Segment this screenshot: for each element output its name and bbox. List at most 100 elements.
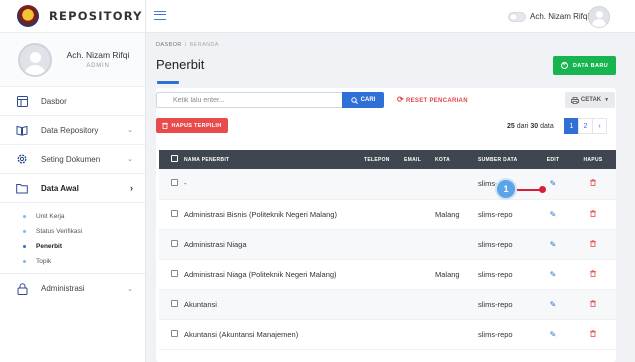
new-data-label: DATA BARU <box>572 62 609 69</box>
sidebar-item-seting-dokumen[interactable]: Seting Dokumen ⌄ <box>0 145 145 174</box>
edit-icon[interactable]: ✎ <box>550 210 557 219</box>
select-all-header <box>159 150 184 169</box>
print-button[interactable]: CETAK ▼ <box>565 92 615 108</box>
profile-name: Ach. Nizam Rifqi <box>66 50 130 60</box>
row-checkbox[interactable] <box>171 299 178 307</box>
sidebar-subitem-topik[interactable]: Topik <box>0 254 145 269</box>
publisher-name: Administrasi Niaga (Politeknik Negeri Ma… <box>184 269 337 279</box>
edit-icon[interactable]: ✎ <box>550 240 557 249</box>
header-city[interactable]: KOTA <box>435 150 478 169</box>
delete-selected-button[interactable]: HAPUS TERPILIH <box>156 118 228 133</box>
sidebar-item-data-awal[interactable]: Data Awal › <box>0 174 145 203</box>
submenu-data-awal: Unit Kerja Status Verifikasi Penerbit To… <box>0 203 145 274</box>
brand-name: REPOSITORY <box>49 9 143 23</box>
edit-icon[interactable]: ✎ <box>550 330 557 339</box>
row-checkbox[interactable] <box>171 329 178 337</box>
refresh-icon: ⟳ <box>397 95 405 104</box>
menu-icon[interactable] <box>154 11 166 20</box>
sidebar-item-data-repository[interactable]: Data Repository ⌄ <box>0 116 145 145</box>
main-card: CARI ⟳ RESET PENCARIAN CETAK ▼ HAPUS TER… <box>156 88 616 362</box>
topbar: Ach. Nizam Rifqi <box>146 0 635 33</box>
publisher-city <box>435 289 478 319</box>
theme-toggle[interactable] <box>508 12 526 22</box>
delete-cell <box>570 259 616 289</box>
trash-icon <box>162 122 169 129</box>
breadcrumb: DASBOR / BERANDA <box>156 42 219 48</box>
topbar-user-name[interactable]: Ach. Nizam Rifqi <box>530 12 589 21</box>
trash-icon[interactable] <box>590 239 596 249</box>
row-select-cell <box>159 169 184 199</box>
search-button[interactable]: CARI <box>342 92 384 108</box>
page-1-button[interactable]: 1 <box>564 118 579 134</box>
publisher-email <box>404 229 435 259</box>
table-row: Administrasi Bisnis (Politeknik Negeri M… <box>159 199 616 229</box>
sidebar-subitem-status-verifikasi[interactable]: Status Verifikasi <box>0 224 145 239</box>
header-name[interactable]: NAMA PENERBIT <box>184 150 364 169</box>
edit-icon[interactable]: ✎ <box>550 300 557 309</box>
table-row: -slims-repo✎ <box>159 169 616 199</box>
row-select-cell <box>159 289 184 319</box>
publisher-source: slims-repo <box>478 209 513 219</box>
row-select-cell <box>159 199 184 229</box>
edit-icon[interactable]: ✎ <box>550 179 557 188</box>
sidebar-item-label: Data Repository <box>41 125 99 135</box>
callout-marker: 1 <box>495 178 517 200</box>
sidebar-subitem-label: Status Verifikasi <box>36 228 83 235</box>
edit-icon[interactable]: ✎ <box>550 270 557 279</box>
header-source[interactable]: SUMBER DATA <box>478 150 536 169</box>
publisher-city: Malang <box>435 209 460 219</box>
row-checkbox[interactable] <box>171 209 178 217</box>
brand[interactable]: REPOSITORY <box>0 0 145 33</box>
select-all-checkbox[interactable] <box>171 155 178 162</box>
row-checkbox[interactable] <box>171 269 178 277</box>
edit-cell: ✎ <box>536 199 570 229</box>
next-page-button[interactable]: › <box>592 118 607 134</box>
page-2-button[interactable]: 2 <box>578 118 593 134</box>
avatar[interactable] <box>588 6 610 28</box>
search-input[interactable] <box>156 92 342 108</box>
search-icon <box>350 96 358 104</box>
logo-icon <box>17 5 39 27</box>
row-checkbox[interactable] <box>171 239 178 247</box>
trash-icon[interactable] <box>590 299 596 309</box>
publisher-source: slims-repo <box>478 239 513 249</box>
sidebar-subitem-label: Penerbit <box>36 243 63 250</box>
row-select-cell <box>159 259 184 289</box>
bullet-icon <box>23 260 26 263</box>
trash-icon[interactable] <box>590 269 596 279</box>
sidebar: REPOSITORY Ach. Nizam Rifqi ADMIN Dasbor… <box>0 0 146 362</box>
edit-cell: ✎ <box>536 319 570 349</box>
sidebar-item-label: Dasbor <box>41 96 67 106</box>
edit-cell: ✎ <box>536 259 570 289</box>
new-data-button[interactable]: + DATA BARU <box>553 56 616 75</box>
callout-dot <box>539 186 546 193</box>
table-row: Administrasi Niaga slims-repo ✎ <box>159 229 616 259</box>
reset-search-button[interactable]: ⟳ RESET PENCARIAN <box>397 95 468 104</box>
row-select-cell <box>159 319 184 349</box>
header-phone[interactable]: TELEPON <box>364 150 404 169</box>
publisher-email <box>404 169 435 199</box>
edit-cell: ✎ <box>536 229 570 259</box>
publisher-name: Akuntansi <box>184 299 217 309</box>
sidebar-subitem-penerbit[interactable]: Penerbit <box>0 239 145 254</box>
row-checkbox[interactable] <box>171 179 178 187</box>
sidebar-item-administrasi[interactable]: Administrasi ⌄ <box>0 274 145 303</box>
row-select-cell <box>159 229 184 259</box>
header-email[interactable]: EMAIL <box>404 150 435 169</box>
sidebar-subitem-unit-kerja[interactable]: Unit Kerja <box>0 209 145 224</box>
sidebar-item-dasbor[interactable]: Dasbor <box>0 87 145 116</box>
delete-cell <box>570 169 616 199</box>
trash-icon[interactable] <box>590 179 596 188</box>
printer-icon <box>571 96 579 104</box>
publisher-table: NAMA PENERBIT TELEPON EMAIL KOTA SUMBER … <box>159 150 616 350</box>
title-underline <box>157 81 179 84</box>
table-row: Akuntansi (Akuntansi Manajemen) slims-rep… <box>159 319 616 349</box>
plus-circle-icon: + <box>560 62 568 69</box>
sidebar-subitem-label: Topik <box>36 258 52 265</box>
breadcrumb-home[interactable]: DASBOR <box>156 42 182 48</box>
trash-icon[interactable] <box>590 329 596 339</box>
trash-icon[interactable] <box>590 209 596 219</box>
layout-icon <box>16 95 28 107</box>
publisher-email <box>404 289 435 319</box>
edit-cell: ✎ <box>536 169 570 199</box>
